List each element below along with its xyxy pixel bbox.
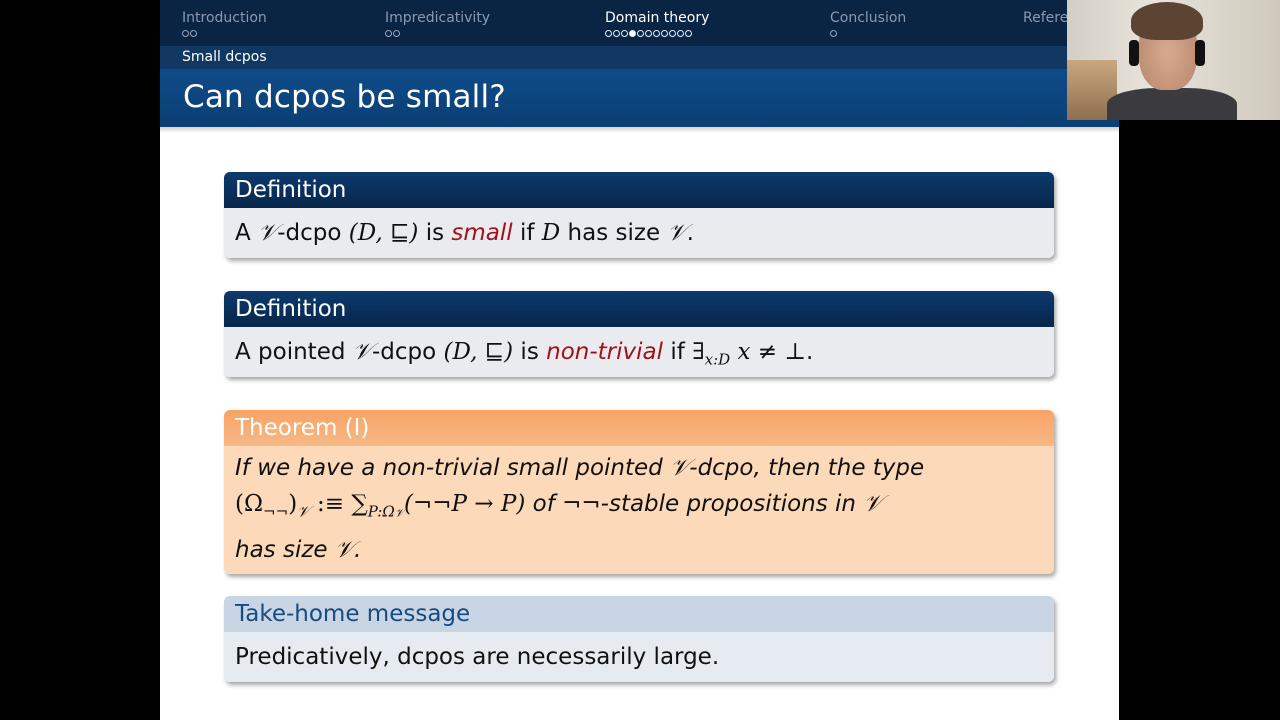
block-heading: Definition xyxy=(224,291,1054,327)
subsection-bar: Small dcpos xyxy=(160,46,1119,69)
left-letterbox xyxy=(0,0,160,720)
theorem-line-3: has size 𝒱. xyxy=(235,536,362,563)
nav-dot[interactable] xyxy=(605,30,612,37)
nav-section-domain-theory[interactable]: Domain theory xyxy=(605,10,709,38)
nav-dot[interactable] xyxy=(385,30,392,37)
headset-icon xyxy=(1129,40,1139,66)
slide: Introduction Impredicativity Domain theo… xyxy=(160,0,1119,720)
slide-title: Can dcpos be small? xyxy=(183,79,506,115)
nav-dots xyxy=(182,28,267,38)
block-heading: Theorem (I) xyxy=(224,410,1054,446)
nav-dots xyxy=(385,28,490,38)
theorem-line-2: (Ω¬¬)𝒱 :≡ ∑P:Ω𝒱(¬¬P → P) of ¬¬-stable pr… xyxy=(235,491,883,521)
term-non-trivial: non-trivial xyxy=(546,339,664,365)
webcam-overlay xyxy=(1067,0,1280,120)
section-navigation: Introduction Impredicativity Domain theo… xyxy=(160,0,1119,46)
subsection-title: Small dcpos xyxy=(182,49,267,65)
block-heading: Take-home message xyxy=(224,596,1054,632)
nav-dot[interactable] xyxy=(393,30,400,37)
nav-section-impredicativity[interactable]: Impredicativity xyxy=(385,10,490,38)
block-heading: Definition xyxy=(224,172,1054,208)
nav-dot[interactable] xyxy=(190,30,197,37)
nav-dot[interactable] xyxy=(182,30,189,37)
nav-dot[interactable] xyxy=(653,30,660,37)
nav-dot[interactable] xyxy=(661,30,668,37)
block-body: A pointed 𝒱-dcpo (D, ⊑) is non-trivial i… xyxy=(224,327,1054,377)
theorem-block: Theorem (I) If we have a non-trivial sma… xyxy=(224,410,1054,574)
block-body: Predicatively, dcpos are necessarily lar… xyxy=(224,632,1054,682)
title-bar: Can dcpos be small? xyxy=(160,69,1119,127)
block-body: If we have a non-trivial small pointed 𝒱… xyxy=(224,446,1054,574)
theorem-line-1: If we have a non-trivial small pointed 𝒱… xyxy=(235,455,925,481)
nav-dot[interactable] xyxy=(685,30,692,37)
nav-dot[interactable] xyxy=(677,30,684,37)
nav-dot[interactable] xyxy=(645,30,652,37)
headset-icon xyxy=(1195,40,1205,66)
nav-dot[interactable] xyxy=(669,30,676,37)
webcam-person-hair xyxy=(1131,2,1203,40)
nav-dot-current[interactable] xyxy=(629,30,636,37)
nav-section-introduction[interactable]: Introduction xyxy=(182,10,267,38)
nav-dot[interactable] xyxy=(613,30,620,37)
nav-dot[interactable] xyxy=(637,30,644,37)
nav-dots xyxy=(605,28,709,38)
definition-block-non-trivial: Definition A pointed 𝒱-dcpo (D, ⊑) is no… xyxy=(224,291,1054,377)
block-body: A 𝒱-dcpo (D, ⊑) is small if D has size 𝒱… xyxy=(224,208,1054,258)
nav-dots xyxy=(830,28,906,38)
nav-dot[interactable] xyxy=(621,30,628,37)
nav-dot[interactable] xyxy=(830,30,837,37)
nav-section-references[interactable]: Refere xyxy=(1023,10,1068,26)
nav-section-conclusion[interactable]: Conclusion xyxy=(830,10,906,38)
title-shadow xyxy=(160,127,1119,133)
take-home-block: Take-home message Predicatively, dcpos a… xyxy=(224,596,1054,682)
webcam-person-body xyxy=(1107,88,1237,120)
definition-block-small: Definition A 𝒱-dcpo (D, ⊑) is small if D… xyxy=(224,172,1054,258)
term-small: small xyxy=(451,220,513,246)
